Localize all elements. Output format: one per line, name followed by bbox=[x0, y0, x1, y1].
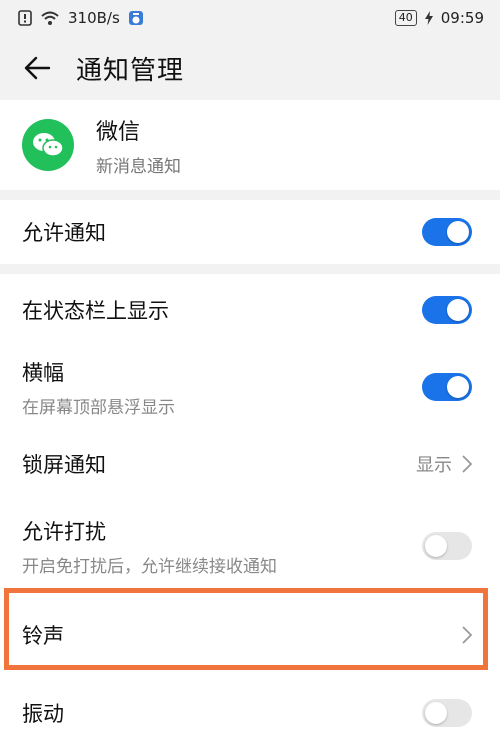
back-button[interactable] bbox=[20, 51, 54, 85]
allow-disturb-description: 开启免打扰后，允许继续接收通知 bbox=[22, 556, 277, 577]
status-bar: 310B/s 40 09:59 bbox=[0, 0, 500, 36]
sim-icon bbox=[18, 10, 32, 26]
network-speed: 310B/s bbox=[68, 9, 120, 27]
lockscreen-notification-value[interactable]: 显示 bbox=[416, 451, 472, 477]
allow-disturb-label: 允许打扰 bbox=[22, 519, 106, 544]
page-title: 通知管理 bbox=[76, 55, 185, 86]
wechat-icon bbox=[22, 119, 74, 171]
app-info: 微信 新消息通知 bbox=[0, 100, 500, 190]
chevron-right-icon bbox=[462, 455, 472, 473]
status-bar-display-label: 在状态栏上显示 bbox=[22, 299, 169, 323]
banner-row[interactable]: 横幅 在屏幕顶部悬浮显示 bbox=[0, 346, 500, 428]
vibration-label: 振动 bbox=[22, 702, 64, 726]
banner-description: 在屏幕顶部悬浮显示 bbox=[22, 397, 175, 418]
chevron-right-icon bbox=[462, 626, 472, 644]
status-bar-display-toggle[interactable] bbox=[422, 296, 472, 324]
clock: 09:59 bbox=[440, 9, 484, 27]
vibration-toggle[interactable] bbox=[422, 699, 472, 727]
battery-level: 40 bbox=[394, 10, 417, 26]
app-subtitle: 新消息通知 bbox=[96, 156, 181, 177]
banner-label: 横幅 bbox=[22, 360, 64, 385]
allow-notifications-label: 允许通知 bbox=[22, 221, 106, 245]
app-bar: 通知管理 bbox=[0, 36, 500, 100]
lockscreen-notification-label: 锁屏通知 bbox=[22, 453, 106, 477]
ringtone-row[interactable]: 铃声 bbox=[0, 592, 500, 678]
vibration-row[interactable]: 振动 bbox=[0, 678, 500, 748]
allow-disturb-toggle[interactable] bbox=[422, 532, 472, 560]
allow-notifications-row[interactable]: 允许通知 bbox=[0, 200, 500, 264]
app-notification-icon bbox=[128, 10, 144, 26]
allow-notifications-toggle[interactable] bbox=[422, 218, 472, 246]
charging-icon bbox=[424, 11, 433, 25]
app-name: 微信 bbox=[96, 119, 141, 145]
allow-disturb-row[interactable]: 允许打扰 开启免打扰后，允许继续接收通知 bbox=[0, 500, 500, 592]
status-bar-display-row[interactable]: 在状态栏上显示 bbox=[0, 274, 500, 346]
lockscreen-notification-row[interactable]: 锁屏通知 显示 bbox=[0, 428, 500, 500]
arrow-left-icon bbox=[24, 56, 51, 80]
ringtone-label: 铃声 bbox=[22, 624, 64, 648]
lockscreen-value-text: 显示 bbox=[416, 455, 452, 476]
banner-toggle[interactable] bbox=[422, 373, 472, 401]
wifi-icon bbox=[40, 11, 60, 26]
